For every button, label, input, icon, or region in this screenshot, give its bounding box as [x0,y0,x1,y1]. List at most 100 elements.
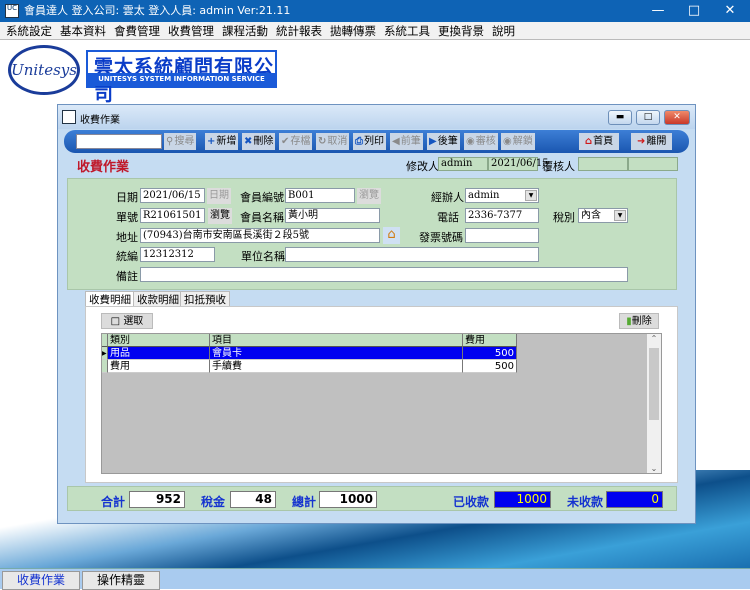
scroll-up-icon[interactable]: ⌃ [647,334,661,343]
member-name-input[interactable]: 黃小明 [285,208,380,223]
totals-bar: 合計 952 稅金 48 總計 1000 已收款 1000 未收款 0 [67,486,677,511]
tab-prepaid-offset[interactable]: 扣抵預收 [180,291,230,307]
menu-tools[interactable]: 系統工具 [382,22,436,39]
window-title: 收費作業 [80,115,120,126]
note-input[interactable] [140,267,628,282]
modifier-label: 修改人 [406,160,439,173]
cell-category[interactable]: 費用 [108,360,210,373]
window-titlebar: 收費作業 ▬ □ ✕ [58,105,695,129]
add-button[interactable]: +新增 [205,133,239,150]
doc-no-label: 單號 [116,211,138,224]
menu-background[interactable]: 更換背景 [436,22,490,39]
header-form: 日期 2021/06/15 日期 會員編號 B001 瀏覽 經辦人 admin ▼… [67,178,677,290]
fee-detail-panel: □ 選取 ▮刪除 類別 項目 費用 ▶ 用品 會員卡 500 費用 手續費 50… [85,306,678,483]
tax-field: 48 [230,491,276,508]
company-logo: 雲太系統顧問有限公司 UNITESYS SYSTEM INFORMATION S… [86,50,277,105]
menu-reports[interactable]: 統計報表 [274,22,328,39]
menu-vouchers[interactable]: 拋轉傳票 [328,22,382,39]
delete-row-button[interactable]: ▮刪除 [619,313,659,329]
cell-item[interactable]: 手續費 [210,360,463,373]
modified-date-field: 2021/06/15 [488,157,549,171]
exit-button[interactable]: ➜離開 [631,133,673,150]
tab-payment-detail[interactable]: 收款明細 [133,291,183,307]
search-button[interactable]: ⚲搜尋 [164,133,197,150]
cell-fee[interactable]: 500 [463,347,517,360]
doc-no-input[interactable]: R21061501 [140,208,205,223]
date-label: 日期 [116,191,138,204]
tab-fee-detail[interactable]: 收費明細 [85,291,135,307]
home-button[interactable]: ⌂首頁 [579,133,620,150]
column-header-category[interactable]: 類別 [108,334,210,347]
close-button[interactable]: ✕ [712,0,748,22]
tax-type-label: 稅別 [553,211,575,224]
print-button[interactable]: ⎙列印 [353,133,386,150]
menu-basic-data[interactable]: 基本資料 [58,22,112,39]
next-button[interactable]: ▶後筆 [427,133,460,150]
invoice-label: 發票號碼 [419,231,463,244]
menu-courses[interactable]: 課程活動 [220,22,274,39]
total-field: 1000 [319,491,377,508]
task-wizard[interactable]: 操作精靈 [82,571,160,590]
window-close-button[interactable]: ✕ [664,110,690,125]
scrollbar-thumb[interactable] [649,348,659,420]
phone-input[interactable]: 2336-7377 [465,208,539,223]
window-maximize-button[interactable]: □ [636,110,660,125]
home-icon: ⌂ [585,136,593,147]
window-minimize-button[interactable]: ▬ [608,110,632,125]
task-fee-operation[interactable]: 收費作業 [2,571,80,590]
unlock-icon: ◉ [503,136,512,147]
subtotal-label: 合計 [101,495,126,509]
address-input[interactable]: (70943)台南市安南區長溪街２段5號 [140,228,380,243]
doc-browse-button[interactable]: 瀏覽 [208,208,232,224]
date-picker-button[interactable]: 日期 [207,188,231,204]
handler-select[interactable]: admin ▼ [465,188,539,203]
member-no-label: 會員編號 [240,191,284,204]
select-button[interactable]: □ 選取 [101,313,153,329]
company-input[interactable] [285,247,539,262]
column-header-fee[interactable]: 費用 [463,334,517,347]
minimize-button[interactable]: — [640,0,676,22]
taskbar: 收費作業 操作精靈 [0,568,750,590]
column-header-item[interactable]: 項目 [210,334,463,347]
save-button[interactable]: ✔存檔 [279,133,313,150]
tax-id-input[interactable]: 12312312 [140,247,215,262]
form-title: 收費作業 [77,160,130,175]
window-icon [62,110,76,124]
vertical-scrollbar[interactable]: ⌃ ⌄ [647,334,661,473]
cancel-button[interactable]: ↻取消 [316,133,350,150]
audit-button[interactable]: ◉審核 [464,133,498,150]
cell-item[interactable]: 會員卡 [210,347,463,360]
exit-icon: ➜ [637,136,646,147]
reviewer-field [578,157,628,171]
detail-grid: 類別 項目 費用 ▶ 用品 會員卡 500 費用 手續費 500 ⌃ ⌄ [101,333,662,474]
app-titlebar: UC 會員達人 登入公司: 雲太 登入人員: admin Ver:21.11 —… [0,0,750,22]
printer-icon: ⎙ [355,136,363,147]
received-label: 已收款 [453,495,490,509]
tax-id-label: 統編 [116,250,138,263]
delete-button[interactable]: ✖刪除 [242,133,276,150]
menu-system-settings[interactable]: 系統設定 [4,22,58,39]
reviewer-label: 覆核人 [542,160,575,173]
cell-category[interactable]: 用品 [108,347,210,360]
app-title: 會員達人 登入公司: 雲太 登入人員: admin Ver:21.11 [24,4,291,17]
search-input[interactable] [76,134,162,149]
house-icon[interactable]: ⌂ [383,227,400,244]
unlock-button[interactable]: ◉解鎖 [501,133,535,150]
menu-fees[interactable]: 收費管理 [166,22,220,39]
cell-fee[interactable]: 500 [463,360,517,373]
member-browse-button[interactable]: 瀏覽 [357,188,381,204]
subtotal-field: 952 [129,491,185,508]
date-input[interactable]: 2021/06/15 [140,188,205,203]
scroll-down-icon[interactable]: ⌄ [647,464,661,473]
phone-label: 電話 [437,211,459,224]
member-no-input[interactable]: B001 [285,188,355,203]
unpaid-label: 未收款 [567,495,604,509]
invoice-input[interactable] [465,228,539,243]
address-label: 地址 [116,231,138,244]
maximize-button[interactable]: □ [676,0,712,22]
modifier-field: admin [438,157,488,171]
menu-help[interactable]: 說明 [490,22,521,39]
menu-dues[interactable]: 會費管理 [112,22,166,39]
tax-type-select[interactable]: 內含 ▼ [578,208,628,223]
prev-button[interactable]: ◀前筆 [390,133,423,150]
